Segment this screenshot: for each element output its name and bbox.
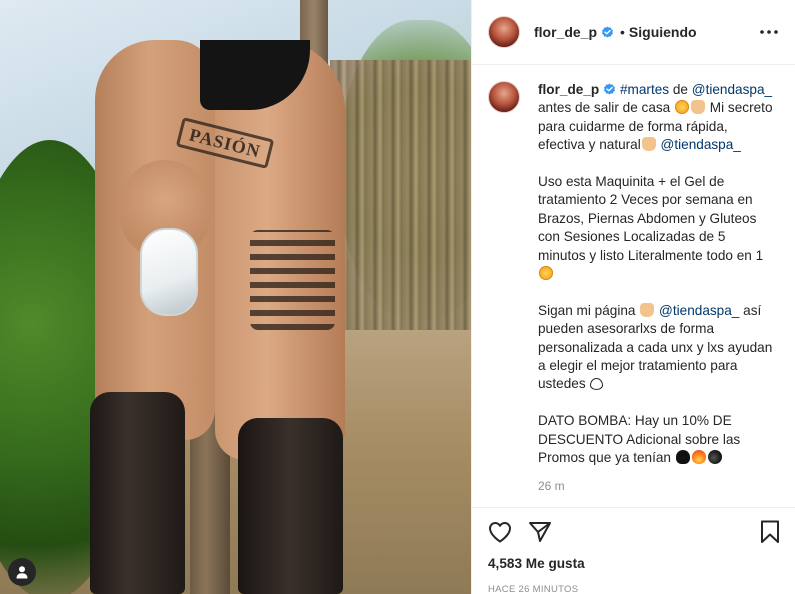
more-options-dots [760, 30, 778, 34]
caption-mention-2[interactable]: @tiendaspa_ [661, 137, 741, 152]
caption-paragraph-3: Sigan mi página @tiendaspa_ así pueden a… [538, 302, 774, 394]
verified-badge-icon [602, 26, 613, 38]
caption-para3-a: Sigan mi página [538, 302, 640, 318]
black-heart-emoji-icon [675, 450, 690, 465]
waving-hand-emoji-icon [691, 100, 706, 115]
caption-timestamp[interactable]: 26 m [538, 479, 779, 493]
caption-para3-mention[interactable]: @tiendaspa_ [659, 303, 739, 318]
caption-area: flor_de_p #martes de @tiendaspa_ antes d… [472, 65, 795, 507]
paper-plane-glyph [529, 522, 551, 542]
post-header: flor_de_p • Siguiendo [472, 0, 795, 65]
bookmark-glyph [761, 520, 779, 543]
user-tag-person-glyph [16, 566, 28, 579]
caption-paragraph-4: DATO BOMBA: Hay un 10% DE DESCUENTO Adic… [538, 412, 774, 467]
photo-tattoo-band [250, 230, 335, 330]
caption-hashtag[interactable]: #martes [620, 82, 669, 97]
fire-emoji-icon [691, 450, 706, 465]
header-separator: • [620, 24, 625, 40]
caption-row: flor_de_p #martes de @tiendaspa_ antes d… [488, 81, 779, 467]
post-photo[interactable]: PASIÓN [0, 0, 471, 594]
star-struck-emoji-icon [539, 266, 553, 281]
caption-username[interactable]: flor_de_p [538, 82, 599, 97]
verified-badge-icon [604, 83, 616, 95]
paper-plane-icon[interactable] [528, 520, 552, 544]
caption-avatar[interactable] [488, 81, 520, 113]
caption-para2-text: Uso esta Maquinita + el Gel de tratamien… [538, 174, 764, 263]
ok-hand-emoji-icon [641, 137, 656, 152]
heart-outline-glyph [489, 522, 511, 543]
bomb-emoji-icon [707, 450, 722, 465]
bookmark-icon[interactable] [758, 520, 782, 544]
photo-fence [330, 60, 471, 360]
post-date[interactable]: HACE 26 MINUTOS [488, 584, 782, 594]
post-actions: 4,583 Me gusta HACE 26 MINUTOS [472, 507, 795, 594]
white-heart-emoji-icon [590, 378, 604, 391]
likes-count[interactable]: 4,583 Me gusta [488, 556, 782, 571]
photo-boot-right [238, 418, 343, 594]
photo-device [140, 228, 198, 316]
caption-text: flor_de_p #martes de @tiendaspa_ antes d… [538, 81, 774, 467]
user-tag-icon[interactable] [8, 558, 36, 586]
caption-paragraph-2: Uso esta Maquinita + el Gel de tratamien… [538, 173, 774, 283]
more-options-icon[interactable] [757, 20, 781, 44]
header-username[interactable]: flor_de_p [534, 24, 597, 40]
caption-mention[interactable]: @tiendaspa_ [692, 82, 772, 97]
pointing-hand-emoji-icon [640, 302, 655, 317]
photo-boot-left [90, 392, 185, 594]
caption-line1: antes de salir de casa [538, 100, 675, 116]
following-button[interactable]: Siguiendo [629, 24, 697, 40]
star-struck-emoji-icon [675, 100, 690, 115]
action-icons-row [488, 508, 782, 556]
heart-icon[interactable] [488, 520, 512, 544]
post-details-panel: flor_de_p • Siguiendo flor_de_p #martes … [471, 0, 795, 594]
caption-text-de: de [669, 82, 692, 97]
avatar[interactable] [488, 16, 520, 48]
caption-paragraph-1: flor_de_p #martes de @tiendaspa_ antes d… [538, 81, 774, 155]
